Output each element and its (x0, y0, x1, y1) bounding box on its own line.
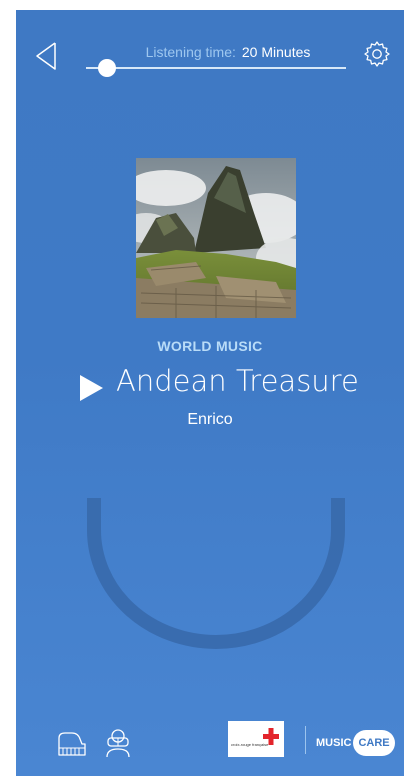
album-artwork (136, 158, 296, 318)
genre-label: WORLD MUSIC (157, 338, 263, 354)
footer-divider (305, 726, 306, 754)
croix-rouge-logo: croix-rouge française (228, 721, 284, 757)
red-cross-icon (263, 728, 279, 745)
music-care-logo: MUSIC CARE (316, 730, 395, 756)
listening-time-value: 20 Minutes (241, 44, 311, 60)
back-arrow-icon[interactable] (34, 41, 58, 71)
gear-icon[interactable] (363, 40, 391, 68)
listening-time-slider-handle[interactable] (97, 59, 116, 77)
listening-time-label: Listening time: (145, 44, 236, 60)
piano-icon[interactable] (56, 730, 88, 758)
player-screen: Listening time: 20 Minutes WORLD MUSIC A… (16, 10, 404, 776)
partner-logo-text: croix-rouge française (231, 742, 269, 747)
listening-time: Listening time: 20 Minutes (108, 44, 348, 60)
track-title: Andean Treasure (116, 364, 359, 398)
listening-time-slider-track[interactable] (86, 67, 346, 69)
track-artist: Enrico (187, 411, 233, 428)
vr-headset-icon[interactable] (104, 728, 132, 758)
brand-care: CARE (353, 730, 395, 756)
brand-music: MUSIC (316, 736, 352, 749)
progress-arc (87, 498, 345, 649)
play-icon[interactable] (78, 374, 104, 402)
